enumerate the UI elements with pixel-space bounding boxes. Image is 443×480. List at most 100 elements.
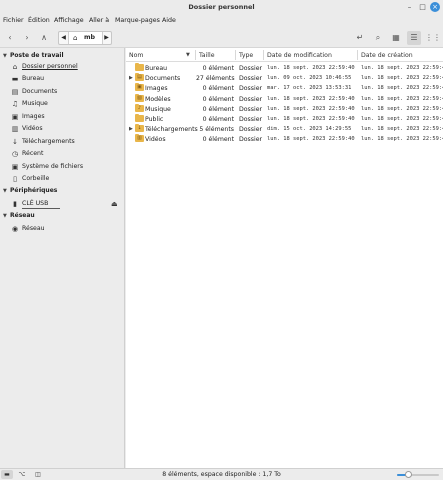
sidebar-item-videos[interactable]: ▥ Vidéos: [11, 124, 123, 135]
path-scroll-right-icon[interactable]: ▶: [102, 32, 111, 44]
desktop-icon: ▬: [11, 75, 19, 83]
file-name: Documents: [145, 75, 181, 83]
search-icon[interactable]: ⌕: [371, 31, 385, 45]
file-size: 0 élément: [202, 85, 234, 93]
sidebar-section-reseau[interactable]: ▼ Réseau: [3, 212, 35, 219]
usb-capacity-bar: [22, 208, 60, 209]
table-row[interactable]: ▣ Images 0 élément Dossier mar. 17 oct. 2023…: [126, 83, 443, 93]
menu-bar: Fichier Édition Affichage Aller à Marque…: [0, 14, 443, 28]
table-row[interactable]: ▧ Modèles 0 élément Dossier lun. 18 sept. 20…: [126, 93, 443, 104]
file-modified: lun. 09 oct. 2023 10:46:55: [267, 75, 352, 82]
file-name: Musique: [145, 105, 171, 113]
path-scroll-left-icon[interactable]: ◀: [59, 32, 69, 44]
file-modified: lun. 18 sept. 2023 22:59:40: [267, 95, 355, 102]
table-row[interactable]: Bureau 0 élément Dossier lun. 18 sept. 2023…: [126, 63, 443, 73]
sidebar-item-musique[interactable]: ♫ Musique: [11, 99, 123, 110]
column-separator[interactable]: [263, 50, 264, 60]
sort-descending-icon[interactable]: ▼: [186, 52, 190, 58]
folder-images-icon: ▣: [135, 83, 144, 92]
column-separator[interactable]: [235, 50, 236, 60]
menu-aide[interactable]: Aide: [162, 17, 176, 24]
collapse-icon: ▼: [3, 213, 7, 219]
home-icon: ⌂: [12, 63, 18, 71]
file-type: Dossier: [239, 75, 263, 83]
sidebar-item-recent[interactable]: ◷ Récent: [11, 149, 123, 160]
folder-templates-icon: ▧: [135, 93, 144, 102]
folder-public-icon: [135, 114, 144, 122]
collapse-icon: ▼: [3, 188, 7, 194]
file-created: lun. 18 sept. 2023 22:59:40: [361, 95, 443, 102]
column-separator[interactable]: [357, 50, 358, 60]
file-size: 5 éléments: [199, 126, 234, 134]
file-name: Téléchargements: [145, 126, 198, 134]
sidebar-item-documents[interactable]: ▤ Documents: [11, 87, 123, 98]
column-separator[interactable]: [195, 50, 196, 60]
toggle-location-icon[interactable]: ↵: [353, 31, 367, 45]
status-bar: ▬ ⌥ ◫ 8 éléments, espace disponible : 1,…: [0, 468, 443, 480]
file-name: Vidéos: [145, 136, 166, 144]
sidebar-item-systeme-de-fichiers[interactable]: ▣ Système de fichiers: [11, 162, 123, 173]
menu-fichier[interactable]: Fichier: [3, 17, 24, 24]
sidebar-item-dossier-personnel[interactable]: ⌂ Dossier personnel: [11, 62, 123, 73]
menu-aller-a[interactable]: Aller à: [89, 17, 109, 24]
sidebar-item-cle-usb[interactable]: ▮ CLÉ USB ⏏: [11, 199, 123, 210]
eject-icon[interactable]: ⏏: [111, 200, 118, 208]
sidebar-item-telechargements[interactable]: ↓ Téléchargements: [11, 137, 123, 148]
table-row[interactable]: Public 0 élément Dossier lun. 18 sept. 2023…: [126, 114, 443, 124]
sidebar-item-corbeille[interactable]: ▯ Corbeille: [11, 174, 123, 185]
maximize-icon[interactable]: □: [418, 3, 427, 12]
file-created: lun. 18 sept. 2023 22:59:40: [361, 65, 443, 71]
expand-icon[interactable]: ▶: [129, 75, 133, 81]
zoom-slider-handle[interactable]: [404, 471, 412, 478]
up-icon[interactable]: ∧: [37, 31, 51, 45]
network-icon: ◉: [11, 225, 19, 233]
back-icon[interactable]: ‹: [3, 31, 17, 45]
file-created: lun. 18 sept. 2023 22:59:40: [361, 75, 443, 82]
column-type[interactable]: Type: [239, 52, 253, 59]
breadcrumb-label: mb: [84, 34, 96, 41]
sidebar-item-images[interactable]: ▣ Images: [11, 112, 123, 123]
table-row[interactable]: ▶ ▤ Documents 27 éléments Dossier lun. 09 oct…: [126, 73, 443, 83]
column-name[interactable]: Nom: [129, 52, 143, 59]
forward-icon[interactable]: ›: [20, 31, 34, 45]
column-modified[interactable]: Date de modification: [267, 52, 332, 59]
file-created: lun. 18 sept. 2023 22:59:40: [361, 126, 443, 133]
folder-icon: [135, 63, 144, 71]
sidebar: ▼ Poste de travail ⌂ Dossier personnel ▬ Bu…: [0, 48, 125, 468]
menu-marque-pages[interactable]: Marque-pages: [115, 17, 160, 24]
file-modified: dim. 15 oct. 2023 14:29:55: [267, 126, 352, 133]
folder-videos-icon: ▥: [135, 134, 144, 143]
file-size: 0 élément: [202, 116, 234, 123]
breadcrumb[interactable]: ⌂ mb: [69, 32, 103, 44]
video-icon: ▥: [11, 125, 19, 133]
table-row[interactable]: ♪ Musique 0 élément Dossier lun. 18 sept. 20…: [126, 103, 443, 114]
folder-download-icon: ↓: [135, 124, 144, 133]
column-created[interactable]: Date de création: [361, 52, 413, 59]
menu-affichage[interactable]: Affichage: [54, 17, 84, 24]
menu-edition[interactable]: Édition: [28, 17, 50, 24]
icon-view-icon[interactable]: ▦: [389, 31, 403, 45]
expand-icon[interactable]: ▶: [129, 126, 133, 132]
file-created: lun. 18 sept. 2023 22:59:40: [361, 136, 443, 143]
file-list: Nom ▼ Taille Type Date de modification D…: [126, 48, 443, 468]
close-icon[interactable]: ×: [430, 2, 440, 12]
table-row[interactable]: ▥ Vidéos 0 élément Dossier lun. 18 sept. 202…: [126, 134, 443, 144]
drive-icon: ▣: [11, 163, 19, 171]
column-size[interactable]: Taille: [199, 52, 215, 59]
file-created: lun. 18 sept. 2023 22:59:40: [361, 85, 443, 92]
minimize-icon[interactable]: –: [405, 3, 414, 12]
sidebar-section-poste-de-travail[interactable]: ▼ Poste de travail: [3, 52, 64, 59]
clock-icon: ◷: [11, 150, 19, 158]
sidebar-section-peripheriques[interactable]: ▼ Périphériques: [3, 187, 57, 194]
folder-music-icon: ♪: [135, 103, 144, 112]
table-row[interactable]: ▶ ↓ Téléchargements 5 éléments Dossier dim. 1…: [126, 124, 443, 134]
image-icon: ▣: [11, 113, 19, 121]
sidebar-item-reseau[interactable]: ◉ Réseau: [11, 224, 123, 235]
sidebar-item-bureau[interactable]: ▬ Bureau: [11, 74, 123, 85]
document-icon: ▤: [11, 88, 19, 96]
home-icon: ⌂: [73, 34, 78, 42]
file-type: Dossier: [239, 85, 263, 93]
compact-view-icon[interactable]: ⋮⋮: [425, 31, 441, 45]
list-view-icon[interactable]: ☰: [407, 31, 421, 45]
zoom-slider[interactable]: [397, 471, 439, 478]
